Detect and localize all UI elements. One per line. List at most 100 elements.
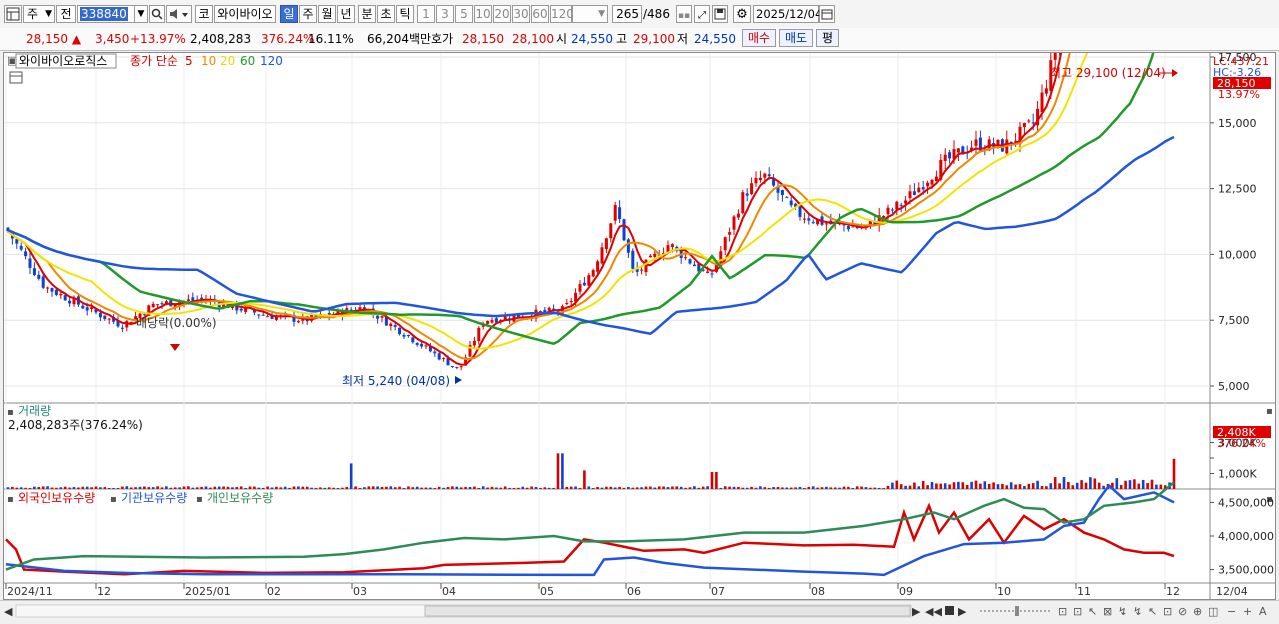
x-tick-label: 11 bbox=[1077, 585, 1091, 598]
hoga-label: 호가 bbox=[431, 32, 454, 46]
table-icon[interactable] bbox=[9, 71, 23, 84]
volume-bar bbox=[486, 487, 489, 489]
tool-icon[interactable]: ⊘ bbox=[1178, 605, 1187, 618]
interval-20[interactable]: 20 bbox=[493, 5, 511, 23]
zoom-in-icon[interactable]: + bbox=[1243, 605, 1252, 618]
speaker-icon[interactable] bbox=[166, 5, 192, 23]
x-tick-label: 06 bbox=[627, 585, 641, 598]
stock-code-input[interactable]: 338840 bbox=[77, 5, 135, 23]
interval-60[interactable]: 60 bbox=[531, 5, 549, 23]
date-input[interactable]: 2025/12/04 bbox=[753, 5, 822, 23]
code-dropdown-icon[interactable]: ▼ bbox=[134, 5, 148, 23]
candle-body bbox=[882, 216, 886, 218]
interval-30[interactable]: 30 bbox=[512, 5, 530, 23]
interval-10[interactable]: 10 bbox=[474, 5, 492, 23]
candle-body bbox=[68, 300, 72, 304]
font-size-icon[interactable]: A bbox=[1259, 605, 1267, 618]
candle-body bbox=[402, 334, 406, 337]
layout-icon[interactable] bbox=[4, 5, 22, 23]
stock-tab-label: 와이바이오로직스 bbox=[19, 54, 107, 68]
holding-tick-label: 3,500,000 bbox=[1218, 564, 1274, 577]
tool-icon[interactable]: ⊠ bbox=[1103, 605, 1112, 618]
flat-button[interactable]: 평 bbox=[816, 29, 840, 47]
volume-bar bbox=[970, 481, 973, 489]
candle-body bbox=[644, 259, 648, 273]
volume-bar bbox=[838, 487, 841, 489]
tool-icon[interactable]: ↯ bbox=[1118, 605, 1127, 618]
pane-option-icon[interactable]: ▪ bbox=[110, 494, 117, 505]
volume-bar bbox=[596, 487, 599, 489]
count-input[interactable]: 265 bbox=[612, 5, 642, 23]
volume-bar bbox=[1102, 485, 1105, 489]
kind-button[interactable]: 전 bbox=[56, 5, 76, 23]
stock-name[interactable]: 와이바이오 bbox=[214, 5, 276, 23]
play-icon[interactable]: ▶ bbox=[958, 605, 967, 618]
interval-120[interactable]: 120 bbox=[550, 5, 574, 23]
chart-area[interactable]: ▣ 와이바이오로직스 종가 단순 5 10 20 60 120 최고 29,10… bbox=[3, 0, 1276, 600]
buy-button[interactable]: 매수 bbox=[742, 29, 777, 47]
high-label: 고 bbox=[616, 32, 628, 46]
period-tick[interactable]: 틱 bbox=[396, 5, 414, 23]
tool-icon[interactable]: ↖ bbox=[1148, 605, 1157, 618]
institution-legend: 기관보유수량 bbox=[121, 491, 187, 505]
tool-icon[interactable]: ⊕ bbox=[1193, 605, 1202, 618]
save-icon[interactable] bbox=[712, 5, 728, 23]
stop-icon[interactable] bbox=[945, 606, 954, 615]
scroll-right-icon[interactable]: ▶ bbox=[912, 605, 921, 618]
ma10-legend: 10 bbox=[201, 54, 216, 68]
interval-dropdown[interactable]: ▼ bbox=[572, 5, 608, 23]
tool-icon[interactable]: ⊡ bbox=[1163, 605, 1172, 618]
ko-button[interactable]: 코 bbox=[195, 5, 213, 23]
sell-button[interactable]: 매도 bbox=[779, 29, 814, 47]
volume-bar bbox=[345, 486, 349, 489]
scroll-left-icon[interactable]: ◀ bbox=[4, 605, 13, 618]
candle-body bbox=[948, 152, 952, 159]
zoom-slider-thumb[interactable] bbox=[1015, 606, 1019, 616]
volume-bar bbox=[367, 486, 371, 489]
period-year[interactable]: 년 bbox=[337, 5, 355, 23]
period-second[interactable]: 초 bbox=[377, 5, 395, 23]
volume-bars bbox=[6, 453, 1176, 489]
volume-bar bbox=[266, 486, 269, 489]
scroll-thumb[interactable] bbox=[424, 605, 911, 617]
volume-bar bbox=[547, 487, 551, 489]
interval-5[interactable]: 5 bbox=[455, 5, 473, 23]
market-select[interactable]: 주 ▼ bbox=[23, 5, 55, 23]
candle-body bbox=[904, 200, 908, 204]
chart-scrollbar[interactable]: ◀ ▶ ◀◀ ▶ ⊡ ⊡ ↖ ⊠ ↯ ↯ ↖ ⊡ ⊘ ⊕ ◫ − + A bbox=[0, 600, 1279, 622]
candle-body bbox=[1022, 122, 1026, 128]
volume-bar bbox=[684, 487, 687, 489]
tool-icon[interactable]: ⊡ bbox=[1058, 605, 1067, 618]
pane-option-icon[interactable]: ▪ bbox=[7, 407, 14, 418]
pane-close-icon[interactable]: ▪ bbox=[1266, 406, 1273, 417]
calendar-icon[interactable] bbox=[819, 5, 835, 23]
rewind-icon[interactable]: ◀◀ bbox=[925, 605, 942, 618]
period-day[interactable]: 일 bbox=[280, 5, 298, 23]
crosshair-icon[interactable]: ⤢ bbox=[694, 5, 710, 23]
tool-icon[interactable]: ◫ bbox=[1208, 605, 1218, 618]
candle-body bbox=[789, 200, 793, 206]
compare-icon[interactable]: ▪▪ bbox=[676, 5, 692, 23]
search-icon[interactable] bbox=[149, 5, 165, 23]
volume-bar bbox=[195, 487, 199, 489]
zoom-out-icon[interactable]: − bbox=[1227, 605, 1236, 618]
period-week[interactable]: 주 bbox=[299, 5, 317, 23]
volume-bar bbox=[407, 486, 410, 489]
period-minute[interactable]: 분 bbox=[358, 5, 376, 23]
volume-bar bbox=[393, 487, 397, 489]
pane-option-icon[interactable]: ▪ bbox=[196, 494, 203, 505]
interval-3[interactable]: 3 bbox=[436, 5, 454, 23]
pane-option-icon[interactable]: ▪ bbox=[7, 494, 14, 505]
candle-body bbox=[151, 303, 155, 308]
tool-icon[interactable]: ↖ bbox=[1088, 605, 1097, 618]
volume-bar bbox=[349, 463, 353, 489]
period-month[interactable]: 월 bbox=[318, 5, 336, 23]
candle-body bbox=[415, 342, 419, 345]
gear-icon[interactable]: ⚙ bbox=[733, 5, 751, 23]
tool-icon[interactable]: ↯ bbox=[1133, 605, 1142, 618]
interval-1[interactable]: 1 bbox=[417, 5, 435, 23]
tool-icon[interactable]: ⊡ bbox=[1073, 605, 1082, 618]
chart-svg[interactable]: ▣ 와이바이오로직스 종가 단순 5 10 20 60 120 최고 29,10… bbox=[4, 0, 1275, 599]
volume-bar bbox=[495, 487, 498, 489]
holding-tick-label: 4,500,000 bbox=[1218, 496, 1274, 509]
